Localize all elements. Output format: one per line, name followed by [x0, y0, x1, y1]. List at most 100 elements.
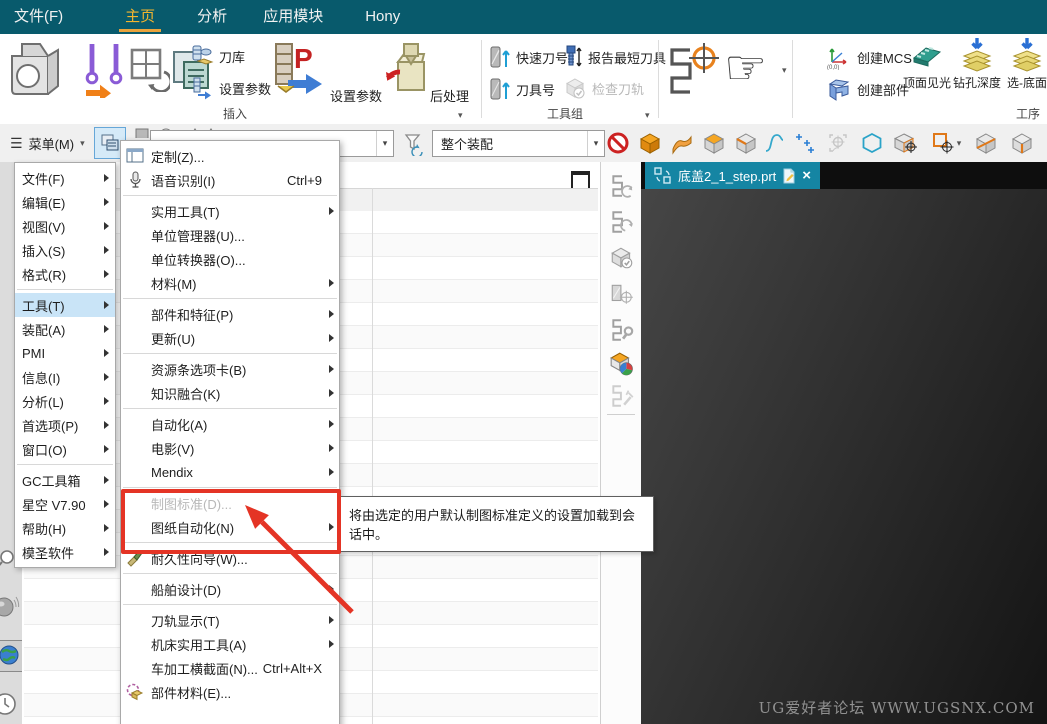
select-bottom-face-button[interactable]: 选-底面 [1002, 36, 1047, 91]
section-cube-button[interactable] [972, 129, 1000, 157]
submenu-arrow-icon [329, 444, 334, 452]
document-tab[interactable]: 底盖2_1_step.prt × [645, 162, 821, 189]
solid-body-filter-button[interactable] [636, 129, 664, 157]
menu-item-tools[interactable]: 工具(T) [15, 293, 115, 317]
tool-library-button[interactable]: 刀库 [190, 44, 245, 68]
point-filter-button[interactable] [790, 129, 818, 157]
submenu-item-unit-manager[interactable]: 单位管理器(U)... [121, 223, 339, 247]
menu-item-mosheng[interactable]: 模圣软件 [15, 540, 115, 564]
replay-toolpath-button[interactable] [606, 206, 638, 238]
sphere-icon[interactable] [0, 592, 20, 622]
snap-square-caret-icon[interactable]: ▾ [957, 138, 962, 148]
submenu-item-materials[interactable]: 材料(M) [121, 271, 339, 295]
menu-item-analysis[interactable]: 分析(L) [15, 389, 115, 413]
face-filter-button[interactable] [668, 129, 696, 157]
set-parameters-small-button[interactable]: 设置参数 [190, 76, 271, 100]
tab-hony[interactable]: Hony [351, 0, 414, 34]
set-parameters-big-label[interactable]: 设置参数 [330, 86, 382, 105]
curve-filter-button[interactable] [760, 129, 788, 157]
menu-item-view[interactable]: 视图(V) [15, 214, 115, 238]
document-tab-title: 底盖2_1_step.prt [678, 169, 777, 184]
menu-item-xingkong[interactable]: 星空 V7.90 [15, 492, 115, 516]
submenu-item-turning-cross-section[interactable]: 车加工横截面(N)... Ctrl+Alt+X [121, 656, 339, 680]
filter-reset-icon[interactable] [402, 132, 426, 156]
toolpath-point-icon[interactable] [664, 42, 722, 102]
drill-depth-label: 钻孔深度 [952, 76, 1001, 90]
close-tab-icon[interactable]: × [802, 167, 811, 184]
menu-item-information[interactable]: 信息(I) [15, 365, 115, 389]
submenu-item-mendix[interactable]: Mendix [121, 460, 339, 484]
tab-analysis[interactable]: 分析 [183, 0, 241, 34]
hand-select-icon[interactable]: ☞ [724, 40, 767, 98]
submenu-item-resource-bar-tabs[interactable]: 资源条选项卡(B) [121, 357, 339, 381]
workpiece-analysis-button[interactable] [606, 348, 638, 380]
simulate-machine-button[interactable] [606, 278, 638, 310]
graphics-viewport[interactable]: 底盖2_1_step.prt × UG爱好者论坛 WWW.UGSNX.COM [641, 162, 1047, 724]
post-process-label[interactable]: 后处理 [430, 86, 469, 105]
submenu-arrow-icon [104, 325, 109, 333]
submenu-item-ship-design[interactable]: 船舶设计(D) [121, 577, 339, 601]
submenu-item-machine-tool-utilities[interactable]: 机床实用工具(A) [121, 632, 339, 656]
tab-home[interactable]: 主页 [111, 0, 169, 34]
create-mcs-button[interactable]: (0,0) 创建MCS [826, 44, 912, 70]
submenu-item-update[interactable]: 更新(U) [121, 326, 339, 350]
menu-item-pmi[interactable]: PMI [15, 341, 115, 365]
tab-application-modules[interactable]: 应用模块 [249, 0, 337, 34]
menu-item-file[interactable]: 文件(F) [15, 166, 115, 190]
machine-setup-button[interactable] [606, 314, 638, 346]
hexagon-region-button[interactable] [858, 129, 886, 157]
menu-item-help[interactable]: 帮助(H) [15, 516, 115, 540]
no-selection-filter-button[interactable] [604, 129, 632, 157]
submenu-item-voice-recognition[interactable]: 语音识别(I) Ctrl+9 [121, 168, 339, 192]
report-shortest-tool-button[interactable]: 报告最短刀具 [563, 44, 666, 70]
submenu-item-parts-and-features[interactable]: 部件和特征(P) [121, 302, 339, 326]
menu-button[interactable]: ☰ 菜单(M) ▾ [4, 130, 91, 156]
ribbon-divider [658, 40, 659, 118]
create-part-button[interactable]: 创建部件 [826, 76, 909, 102]
clock-icon[interactable] [0, 690, 19, 718]
submenu-item-unit-converter[interactable]: 单位转换器(O)... [121, 247, 339, 271]
submenu-item-automation[interactable]: 自动化(A) [121, 412, 339, 436]
menu-item-gc-toolbox[interactable]: GC工具箱 [15, 468, 115, 492]
snap-square-button[interactable]: ▾ [926, 129, 966, 157]
generate-toolpath-button[interactable] [606, 170, 638, 202]
submenu-item-knowledge-fusion[interactable]: 知识融合(K) [121, 381, 339, 405]
check-toolpath-icon [565, 78, 585, 99]
drill-depth-button[interactable]: 钻孔深度 [952, 36, 1002, 91]
submenu-item-movie[interactable]: 电影(V) [121, 436, 339, 460]
top-face-finish-button[interactable]: 顶面见光 [902, 36, 952, 91]
globe-button[interactable] [0, 640, 22, 672]
menu-item-insert[interactable]: 插入(S) [15, 238, 115, 262]
menu-item-preferences[interactable]: 首选项(P) [15, 413, 115, 437]
verify-toolpath-button[interactable] [606, 242, 638, 274]
tool-group-caret-icon[interactable]: ▾ [645, 111, 650, 120]
top-face-filter-button[interactable] [700, 129, 728, 157]
post-process-button[interactable] [382, 38, 430, 96]
top-face-finish-label: 顶面见光 [902, 76, 951, 90]
menu-item-edit[interactable]: 编辑(E) [15, 190, 115, 214]
menu-item-window[interactable]: 窗口(O) [15, 437, 115, 461]
main-menu-dropdown: 文件(F) 编辑(E) 视图(V) 插入(S) 格式(R) 工具(T) 装配(A… [14, 162, 116, 568]
pins-transfer-icon[interactable] [80, 40, 128, 98]
tab-file[interactable]: 文件(F) [0, 0, 77, 34]
quick-tool-number-button[interactable]: 快速刀号 [489, 44, 568, 70]
submenu-item-toolpath-display[interactable]: 刀轨显示(T) [121, 608, 339, 632]
submenu-item-part-materials[interactable]: 部件材料(E)... [121, 680, 339, 704]
edge-filter-button[interactable] [732, 129, 760, 157]
submenu-item-customize[interactable]: 定制(Z)... [121, 144, 339, 168]
combobox-caret-icon[interactable]: ▾ [376, 131, 393, 156]
edge-cube-button[interactable] [1008, 129, 1036, 157]
cad-part-icon[interactable] [4, 38, 64, 100]
post-parameters-big-button[interactable]: P [272, 38, 326, 96]
selection-scope-combobox[interactable]: 整个装配 ▾ [432, 130, 605, 157]
snap-cube-button[interactable] [892, 129, 920, 157]
submenu-item-utilities[interactable]: 实用工具(T) [121, 199, 339, 223]
insert-group-caret-icon[interactable]: ▾ [458, 111, 463, 120]
selection-scope-caret-icon[interactable]: ▾ [587, 131, 604, 156]
menu-item-format[interactable]: 格式(R) [15, 262, 115, 286]
menu-item-assemblies[interactable]: 装配(A) [15, 317, 115, 341]
grid-refresh-icon[interactable] [128, 46, 170, 92]
hand-select-caret-icon[interactable]: ▾ [782, 66, 787, 75]
report-shortest-tool-icon [566, 45, 582, 67]
tool-number-button[interactable]: 刀具号 [489, 76, 555, 102]
